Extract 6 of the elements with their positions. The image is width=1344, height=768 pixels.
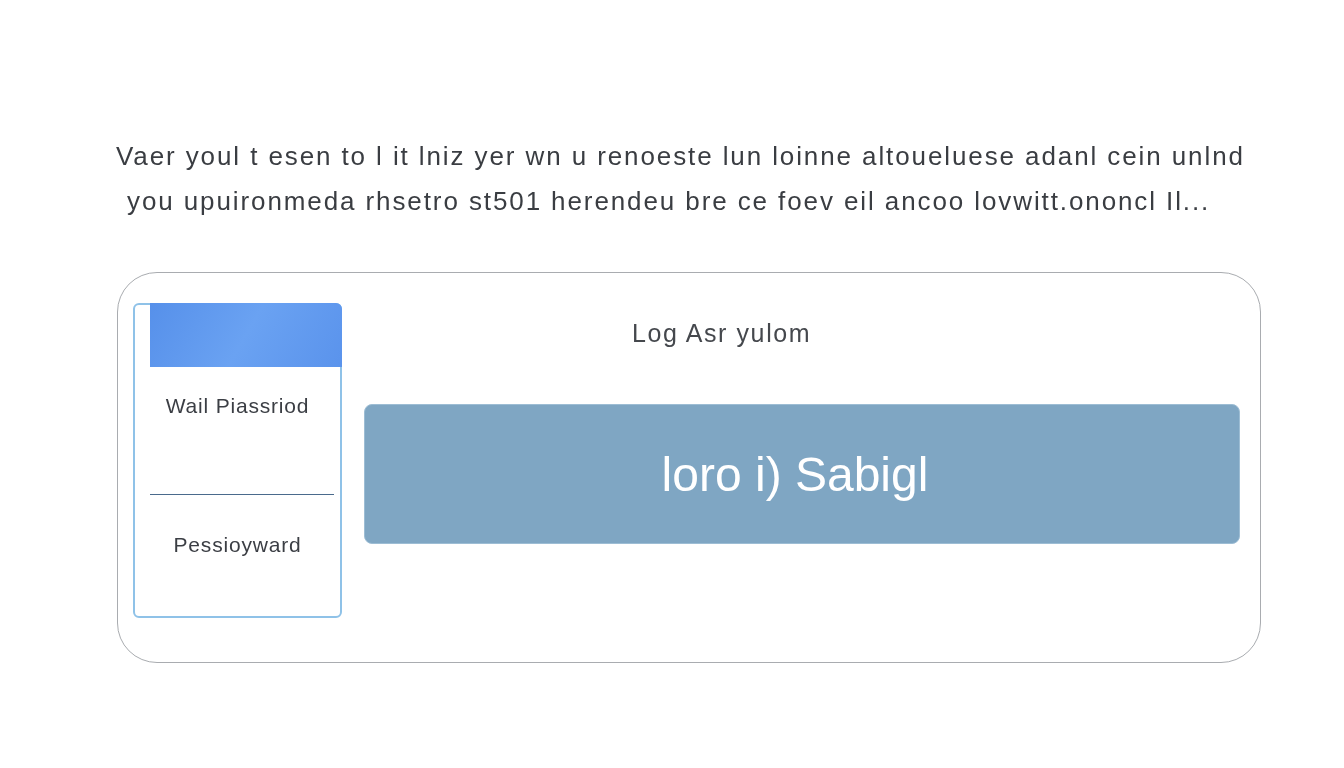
login-heading: Log Asr yulom [632,318,812,348]
field-label: Pessioyward [173,532,302,558]
intro-text: Vaer youl t esen to l it lniz yer wn u renoeste lun loinne altoueluese adanl cein unlnd [116,140,1245,173]
submit-button[interactable]: loro i) Sabigl [364,404,1240,544]
intro-text: you upuironmeda rhsetro st501 herendeu bre ce foev eil ancoo lovwitt.ononcl Il... [127,185,1211,218]
field-label: Wail Piassriod [165,393,310,419]
